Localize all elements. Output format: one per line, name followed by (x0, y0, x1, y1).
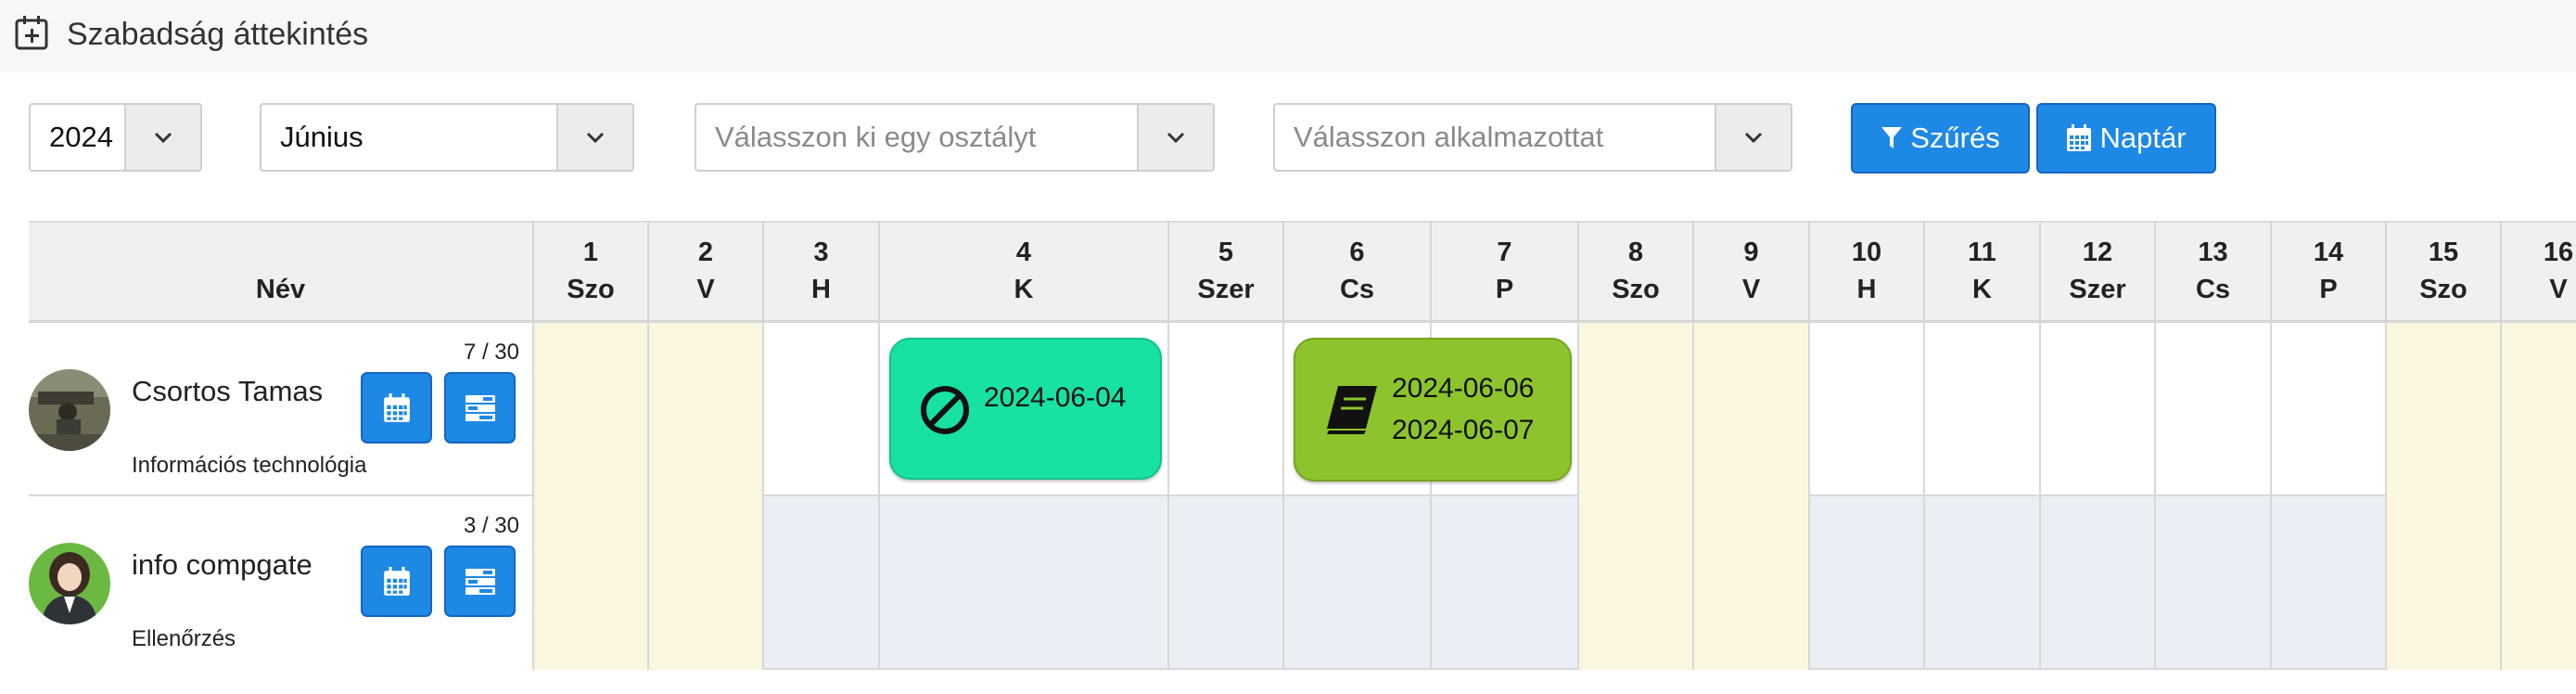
filter-icon (1881, 127, 1903, 148)
day-cell[interactable] (2154, 323, 2270, 496)
calendar-icon (383, 392, 410, 422)
day-cell[interactable] (647, 323, 762, 496)
ban-icon (921, 386, 969, 434)
calendar-plus-icon (15, 16, 48, 50)
table-row: info compgate Ellenőrzés 3 / 30 (29, 496, 2576, 670)
employee-cell: Csortos Tamas Információs technológia 7 … (29, 323, 532, 496)
page-header: Szabadság áttekintés (0, 0, 2576, 72)
day-cell[interactable] (878, 496, 1167, 670)
list-icon (465, 394, 495, 421)
calendar-button[interactable]: Naptár (2036, 103, 2216, 174)
leave-overview-table: Név 1 Szo 2V 3H 4K 5 Szer 6 Cs 7P 8 Szo 9V 1… (29, 221, 2576, 675)
day-cell[interactable] (1808, 496, 1923, 670)
day-cell[interactable] (647, 496, 762, 670)
employee-department: Információs technológia (132, 453, 367, 478)
day-header: 14 P (2270, 221, 2385, 323)
chevron-down-icon (154, 132, 172, 144)
filter-button-label: Szűrés (1910, 122, 2000, 154)
day-cell[interactable] (1577, 323, 1692, 496)
user-avatar-icon (29, 543, 110, 624)
employee-name[interactable]: info compgate (132, 548, 312, 582)
leave-count: 7 / 30 (463, 340, 519, 365)
employee-select[interactable]: Válasszon alkalmazottat (1273, 103, 1792, 172)
calendar-icon (2067, 124, 2092, 151)
day-header: 9V (1692, 221, 1808, 323)
filter-button[interactable]: Szűrés (1851, 103, 2030, 174)
day-cell[interactable] (532, 496, 647, 670)
page-title: Szabadság áttekintés (67, 17, 369, 52)
month-dropdown-toggle[interactable] (556, 105, 632, 170)
employee-department: Ellenőrzés (132, 626, 236, 651)
day-cell[interactable] (1282, 496, 1430, 670)
list-icon (465, 568, 495, 595)
employee-calendar-button[interactable] (361, 546, 432, 617)
chevron-down-icon (586, 132, 605, 144)
day-cell[interactable] (1692, 496, 1808, 670)
name-column-header: Név (255, 275, 306, 304)
user-photo-icon (29, 369, 110, 451)
day-header: 8 Szo (1577, 221, 1692, 323)
event-end-date: 2024-06-07 (1392, 415, 1535, 445)
day-header: 15 Szo (2385, 221, 2500, 323)
employee-dropdown-toggle[interactable] (1715, 105, 1791, 170)
leave-event-study[interactable]: 2024-06-06 2024-06-07 (1294, 338, 1572, 482)
calendar-icon (383, 566, 410, 596)
day-cell[interactable] (1430, 496, 1577, 670)
employee-list-button[interactable] (444, 372, 516, 443)
employee-placeholder: Válasszon alkalmazottat (1294, 121, 1604, 153)
day-cell[interactable] (2154, 496, 2270, 670)
day-header: 3H (762, 221, 878, 323)
event-date: 2024-06-04 (984, 382, 1127, 413)
year-select[interactable]: 2024 (29, 103, 202, 172)
table-row: Csortos Tamas Információs technológia 7 … (29, 323, 2576, 496)
day-header: 10 H (1808, 221, 1923, 323)
day-cell[interactable] (762, 323, 878, 496)
day-cell[interactable] (532, 323, 647, 496)
day-cell[interactable] (2270, 496, 2385, 670)
chevron-down-icon (1167, 132, 1185, 144)
employee-calendar-button[interactable] (361, 372, 432, 443)
day-cell[interactable] (2039, 496, 2154, 670)
department-placeholder: Válasszon ki egy osztályt (715, 121, 1037, 153)
day-header: 5 Szer (1167, 221, 1282, 323)
month-select[interactable]: Június (260, 103, 634, 172)
day-header: 1 Szo (532, 221, 647, 323)
day-cell[interactable] (2500, 323, 2576, 496)
chevron-down-icon (1744, 132, 1763, 144)
day-header: 2V (647, 221, 762, 323)
day-cell[interactable] (2385, 496, 2500, 670)
day-header: 13 Cs (2154, 221, 2270, 323)
day-cell[interactable] (1167, 323, 1282, 496)
calendar-button-label: Naptár (2099, 122, 2187, 154)
day-header: 16 V (2500, 221, 2576, 323)
employee-cell: info compgate Ellenőrzés 3 / 30 (29, 496, 532, 670)
year-dropdown-toggle[interactable] (124, 105, 200, 170)
department-select[interactable]: Válasszon ki egy osztályt (695, 103, 1215, 172)
day-cell[interactable] (1808, 323, 1923, 496)
day-header: 7P (1430, 221, 1577, 323)
day-cell[interactable] (1923, 323, 2039, 496)
day-header: 11 K (1923, 221, 2039, 323)
day-cell[interactable] (2039, 323, 2154, 496)
day-cell[interactable] (1167, 496, 1282, 670)
day-header: 6 Cs (1282, 221, 1430, 323)
year-value: 2024 (49, 121, 113, 153)
day-cell[interactable] (1577, 496, 1692, 670)
employee-list-button[interactable] (444, 546, 516, 617)
department-dropdown-toggle[interactable] (1137, 105, 1213, 170)
month-value: Június (280, 121, 363, 153)
employee-name[interactable]: Csortos Tamas (132, 375, 323, 408)
book-icon (1327, 386, 1377, 434)
day-cell[interactable] (2500, 496, 2576, 670)
day-cell[interactable] (2270, 323, 2385, 496)
day-header: 4K (878, 221, 1167, 323)
day-cell[interactable] (762, 496, 878, 670)
day-cell[interactable] (1692, 323, 1808, 496)
day-cell[interactable] (2385, 323, 2500, 496)
leave-count: 3 / 30 (463, 513, 519, 538)
event-start-date: 2024-06-06 (1392, 373, 1535, 404)
day-header: 12 Szer (2039, 221, 2154, 323)
leave-event-holiday[interactable]: 2024-06-04 (889, 338, 1162, 480)
day-cell[interactable] (1923, 496, 2039, 670)
